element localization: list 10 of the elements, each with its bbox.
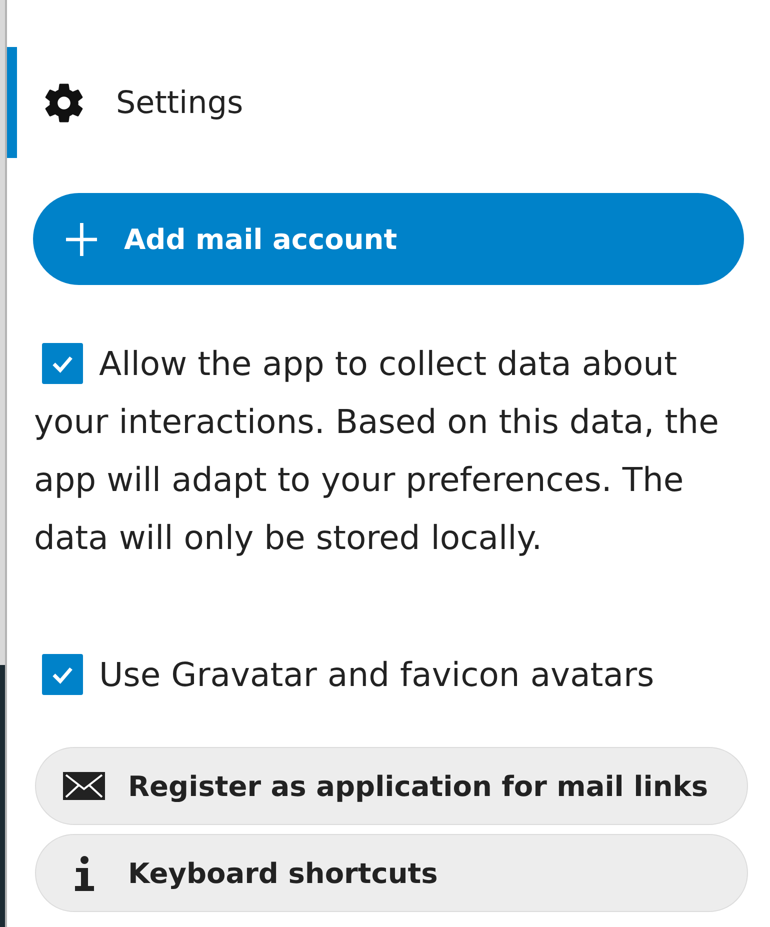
- info-icon: [72, 856, 96, 890]
- envelope-icon: [63, 772, 105, 800]
- settings-nav-item[interactable]: Settings: [7, 47, 748, 158]
- action-button[interactable]: Register as application for mail links: [35, 747, 748, 825]
- checkbox-option[interactable]: Allow the app to collect data about your interactions. Based on this data, the app will adapt to your preferences. The data will only be stored locally.: [34, 335, 724, 567]
- action-button[interactable]: Keyboard shortcuts: [35, 834, 748, 912]
- plus-icon: [66, 222, 97, 256]
- checkbox-option[interactable]: Use Gravatar and favicon avatars: [34, 646, 724, 704]
- settings-icon: [44, 82, 84, 122]
- add-account-button[interactable]: Add mail account: [33, 193, 744, 285]
